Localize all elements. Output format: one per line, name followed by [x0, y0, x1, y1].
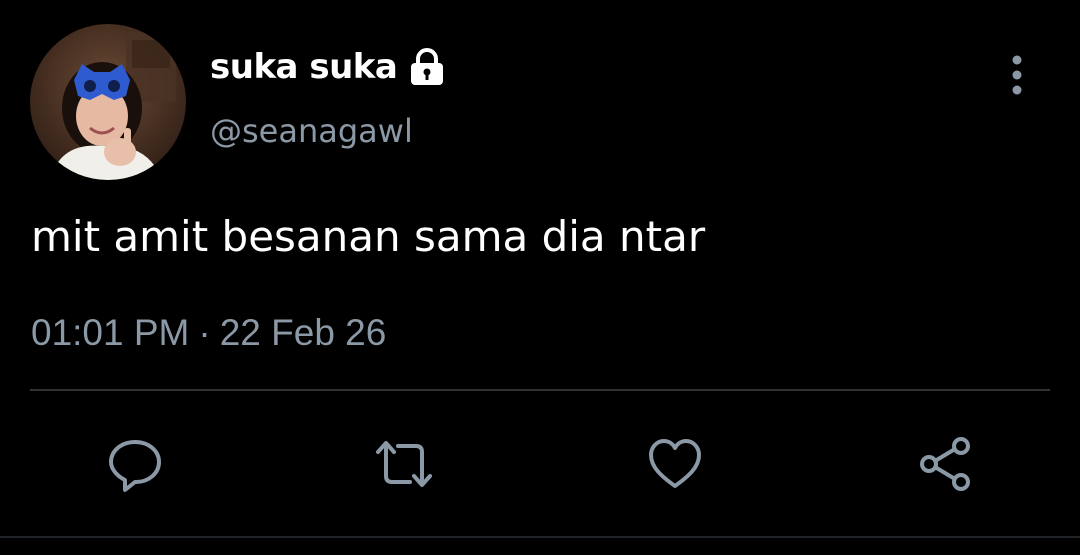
retweet-icon	[376, 441, 432, 487]
reply-icon	[109, 440, 161, 492]
tweet-text: mit amit besanan sama dia ntar	[31, 212, 706, 261]
tweet-time: 01:01 PM	[31, 312, 190, 353]
heart-icon	[649, 439, 701, 488]
more-options-button[interactable]	[996, 52, 1038, 98]
like-button[interactable]	[643, 432, 707, 496]
share-button[interactable]	[913, 432, 977, 496]
tweet-timestamp[interactable]: 01:01 PM · 22 Feb 26	[31, 312, 386, 354]
display-name[interactable]: suka suka	[210, 47, 398, 87]
user-handle[interactable]: @seanagawl	[210, 112, 413, 150]
lock-icon	[406, 46, 448, 88]
bottom-divider	[0, 536, 1080, 538]
more-vertical-icon	[1012, 55, 1022, 95]
divider	[30, 389, 1050, 391]
share-icon	[920, 437, 970, 491]
tweet-date: 22 Feb 26	[219, 312, 387, 353]
reply-button[interactable]	[103, 432, 167, 496]
meta-separator: ·	[198, 312, 211, 353]
retweet-button[interactable]	[372, 432, 436, 496]
display-name-row: suka suka	[210, 44, 448, 90]
avatar[interactable]	[30, 24, 186, 180]
